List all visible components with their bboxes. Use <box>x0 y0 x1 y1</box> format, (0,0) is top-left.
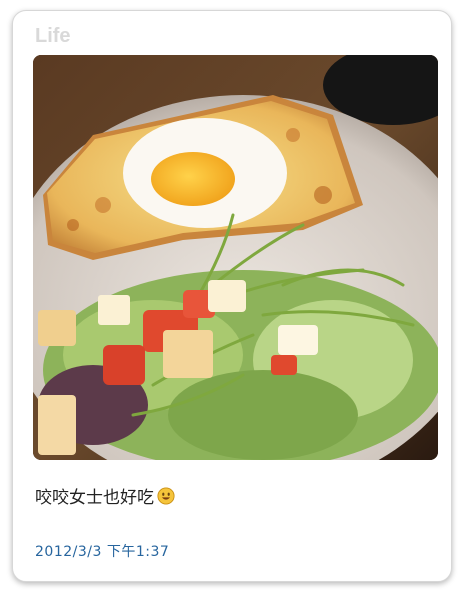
post-timestamp: 2012/3/3 下午1:37 <box>35 544 170 560</box>
app-title: Life <box>35 25 71 47</box>
post-photo[interactable] <box>33 55 438 460</box>
food-photo-illustration <box>33 55 438 460</box>
caption-text: 咬咬女士也好吃 <box>35 488 154 508</box>
smiling-face-icon <box>157 486 175 505</box>
post-caption: 咬咬女士也好吃 <box>35 483 175 508</box>
post-card[interactable]: Life 咬咬女士也好吃 2012/3/3 下午1:37 <box>12 10 452 582</box>
